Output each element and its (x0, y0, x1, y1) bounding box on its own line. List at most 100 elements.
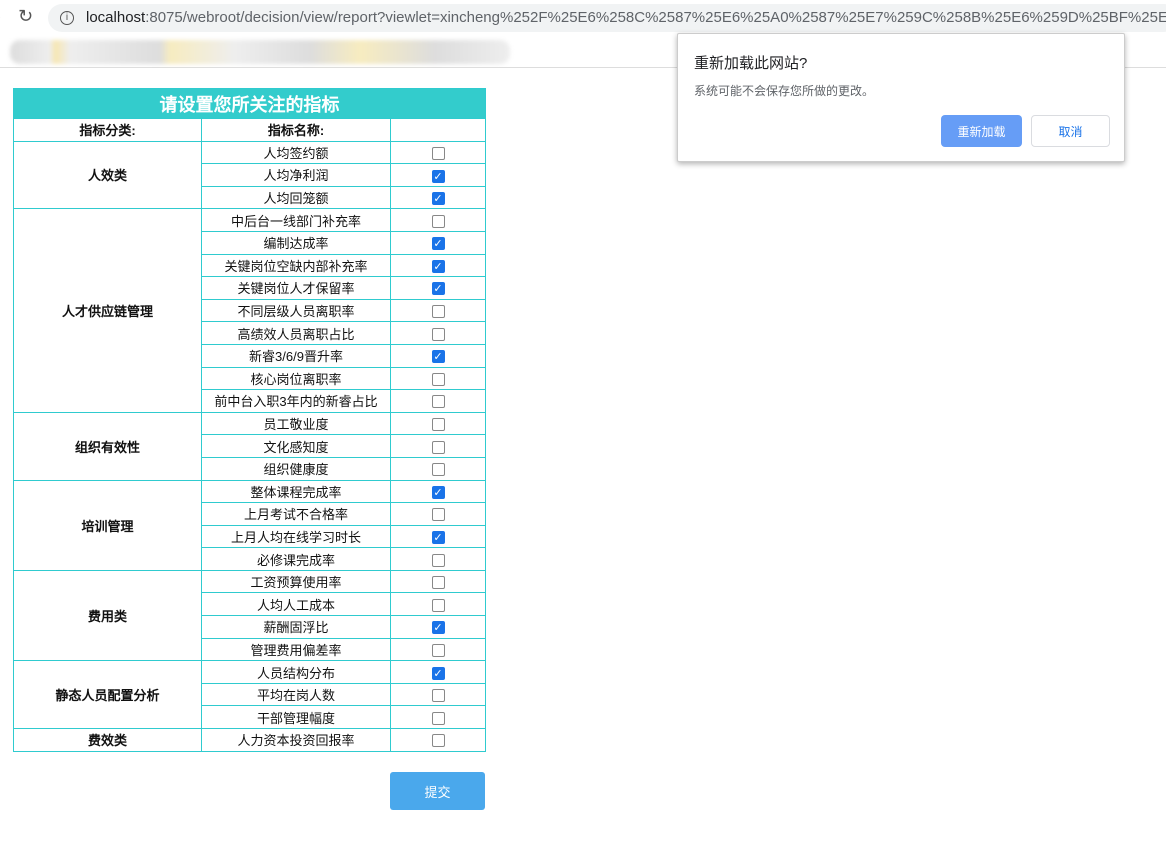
indicator-name: 不同层级人员离职率 (201, 298, 391, 323)
indicator-name: 关键岗位人才保留率 (201, 276, 391, 300)
category-cell: 费效类 (13, 728, 202, 752)
category-cell: 组织有效性 (13, 411, 202, 481)
reload-icon[interactable]: ↻ (18, 6, 33, 27)
table-row: 人效类 人均签约额 (13, 140, 486, 210)
indicator-checkbox[interactable] (431, 305, 445, 319)
indicator-name: 人员结构分布 (201, 660, 391, 684)
indicator-checkbox[interactable] (431, 418, 445, 432)
table-row: 人才供应链管理 中后台一线部门补充率 (13, 208, 486, 413)
select-cell: ✓ (390, 615, 486, 639)
indicator-name: 上月人均在线学习时长 (201, 524, 391, 549)
category-cell: 培训管理 (13, 479, 202, 571)
select-cell (390, 569, 486, 594)
select-cell (390, 434, 486, 458)
indicator-checkbox[interactable] (431, 598, 445, 612)
indicator-checkbox[interactable] (431, 576, 445, 590)
indicator-name: 必修课完成率 (201, 547, 391, 571)
blurred-bookmarks (10, 40, 510, 64)
indicator-checkbox[interactable] (431, 689, 445, 703)
select-cell (390, 321, 486, 345)
select-cell: ✓ (390, 660, 486, 684)
select-cell: ✓ (390, 185, 486, 210)
indicator-checkbox[interactable] (431, 440, 445, 454)
indicator-checkbox[interactable]: ✓ (431, 666, 445, 680)
select-cell (390, 705, 486, 730)
url-path: :8075/webroot/decision/view/report?viewl… (145, 9, 1166, 26)
address-bar[interactable]: i localhost:8075/webroot/decision/view/r… (48, 4, 1166, 32)
indicator-checkbox[interactable]: ✓ (431, 259, 445, 273)
indicator-checkbox[interactable] (431, 214, 445, 228)
select-cell: ✓ (390, 479, 486, 504)
indicator-name: 组织健康度 (201, 456, 391, 481)
indicator-checkbox[interactable]: ✓ (431, 282, 445, 296)
indicator-checkbox[interactable]: ✓ (431, 169, 445, 183)
indicator-checkbox[interactable] (431, 508, 445, 522)
indicator-name: 整体课程完成率 (201, 479, 391, 504)
indicator-name: 编制达成率 (201, 230, 391, 255)
reload-button[interactable]: 重新加载 (941, 115, 1022, 147)
category-cell: 人效类 (13, 140, 202, 210)
indicator-checkbox[interactable] (431, 372, 445, 386)
select-cell (390, 411, 486, 436)
cancel-button[interactable]: 取消 (1031, 115, 1110, 147)
indicator-checkbox[interactable]: ✓ (431, 237, 445, 251)
browser-toolbar: › ↻ i localhost:8075/webroot/decision/vi… (0, 0, 1166, 36)
indicator-checkbox[interactable] (431, 146, 445, 160)
table-row: 费用类 工资预算使用率 (13, 569, 486, 662)
header-name: 指标名称: (201, 118, 391, 142)
indicator-name: 人均净利润 (201, 163, 391, 187)
indicator-name: 中后台一线部门补充率 (201, 208, 391, 232)
select-cell: ✓ (390, 163, 486, 187)
indicator-name: 员工敬业度 (201, 411, 391, 436)
indicator-checkbox[interactable] (431, 327, 445, 341)
select-cell (390, 456, 486, 481)
indicator-checkbox[interactable] (431, 734, 445, 748)
indicator-name: 人力资本投资回报率 (201, 728, 391, 752)
forward-icon[interactable]: › (0, 8, 1, 24)
table-row: 静态人员配置分析 人员结构分布 ✓ (13, 660, 486, 730)
select-cell (390, 728, 486, 752)
indicator-checkbox[interactable]: ✓ (431, 350, 445, 364)
indicator-name: 平均在岗人数 (201, 682, 391, 707)
header-select (390, 118, 486, 142)
table-title: 请设置您所关注的指标 (13, 88, 486, 119)
select-cell (390, 547, 486, 571)
indicator-checkbox[interactable]: ✓ (431, 531, 445, 545)
indicator-name: 管理费用偏差率 (201, 637, 391, 662)
indicator-name: 干部管理幅度 (201, 705, 391, 730)
category-cell: 人才供应链管理 (13, 208, 202, 413)
select-cell: ✓ (390, 343, 486, 368)
indicator-name: 人均人工成本 (201, 592, 391, 617)
indicator-name: 人均签约额 (201, 140, 391, 165)
dialog-title: 重新加载此网站? (694, 55, 808, 72)
reload-dialog: 重新加载此网站? 系统可能不会保存您所做的更改。 重新加载 取消 (677, 33, 1125, 162)
select-cell (390, 637, 486, 662)
table-row: 费效类 人力资本投资回报率 (13, 728, 486, 752)
indicator-checkbox[interactable]: ✓ (431, 485, 445, 499)
indicator-name: 文化感知度 (201, 434, 391, 458)
indicator-checkbox[interactable] (431, 395, 445, 409)
indicator-name: 前中台入职3年内的新睿占比 (201, 389, 391, 413)
indicator-checkbox[interactable]: ✓ (431, 192, 445, 206)
select-cell: ✓ (390, 230, 486, 255)
indicator-checkbox[interactable] (431, 463, 445, 477)
indicator-name: 关键岗位空缺内部补充率 (201, 253, 391, 278)
indicator-table: 请设置您所关注的指标 指标分类: 指标名称: 人效类 人均签约额 人均净利润 ✓ 人均回… (13, 88, 486, 752)
select-cell (390, 682, 486, 707)
indicator-checkbox[interactable] (431, 643, 445, 657)
indicator-checkbox[interactable]: ✓ (431, 621, 445, 635)
indicator-checkbox[interactable] (431, 711, 445, 725)
indicator-name: 核心岗位离职率 (201, 366, 391, 391)
indicator-name: 工资预算使用率 (201, 569, 391, 594)
select-cell (390, 208, 486, 232)
info-icon[interactable]: i (60, 11, 74, 25)
indicator-name: 上月考试不合格率 (201, 502, 391, 526)
submit-button[interactable]: 提交 (390, 772, 485, 810)
category-cell: 费用类 (13, 569, 202, 662)
select-cell (390, 298, 486, 323)
select-cell (390, 389, 486, 413)
indicator-name: 高绩效人员离职占比 (201, 321, 391, 345)
indicator-checkbox[interactable] (431, 553, 445, 567)
select-cell (390, 366, 486, 391)
select-cell: ✓ (390, 253, 486, 278)
